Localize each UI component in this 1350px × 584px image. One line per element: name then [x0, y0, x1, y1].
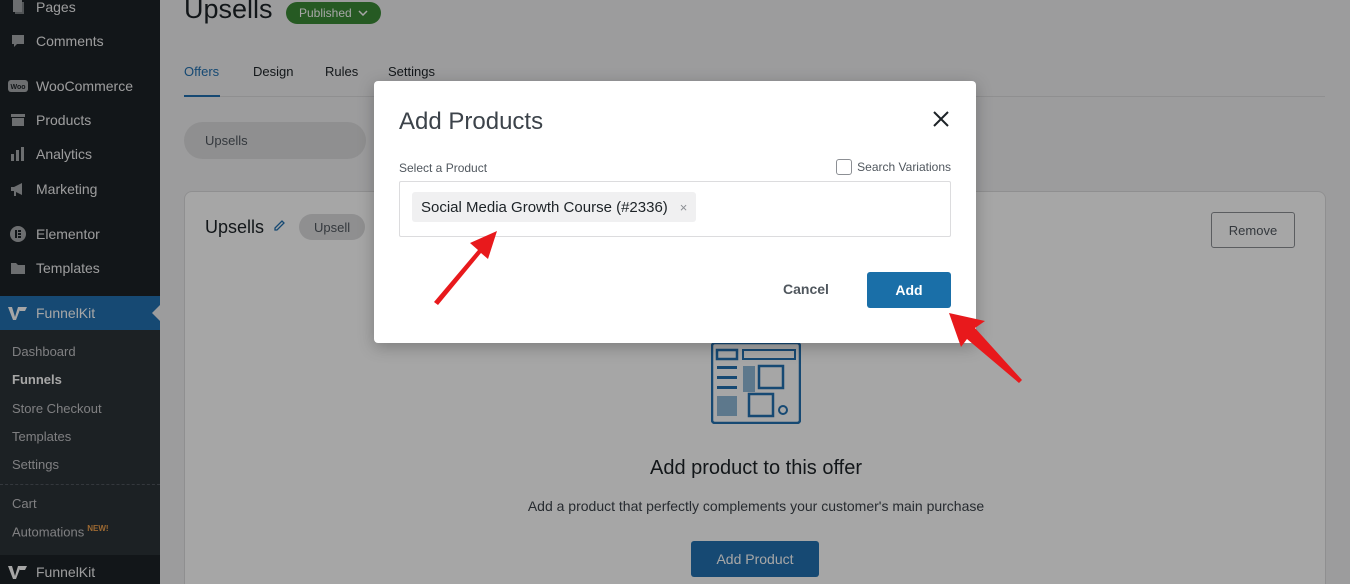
annotation-arrows — [434, 231, 1022, 383]
annotation-arrow-left — [434, 231, 497, 305]
annotation-arrow-right — [949, 313, 1022, 383]
